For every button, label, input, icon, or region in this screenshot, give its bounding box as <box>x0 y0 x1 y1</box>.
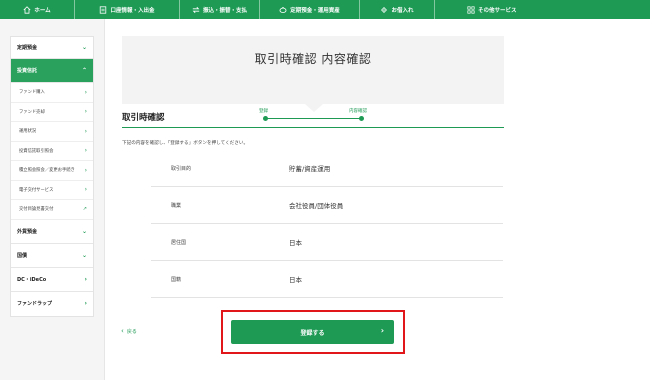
sidebar-subitem-fund-purchase[interactable]: ファンド購入 › <box>11 83 93 103</box>
chevron-right-icon: › <box>84 108 87 116</box>
sidebar-item-foreign-deposit[interactable]: 外貨預金 ⌄ <box>11 220 93 244</box>
nav-account-label: 口座情報・入出金 <box>110 7 155 14</box>
nav-other[interactable]: その他サービス <box>435 0 650 19</box>
sidebar-item-label: 投資信託 <box>17 68 38 74</box>
nav-deposit[interactable]: 定期預金・運用資産 <box>260 0 360 19</box>
section-divider <box>122 127 504 128</box>
back-link[interactable]: ‹ 戻る <box>121 327 137 335</box>
step-header: 取引時確認 内容確認 登録 内容確認 <box>122 36 504 121</box>
row-value: 日本 <box>289 276 302 284</box>
bankbook-icon <box>100 5 107 14</box>
sidebar-item-investment-trust[interactable]: 投資信託 ⌃ <box>11 59 93 83</box>
grid-icon <box>467 5 475 14</box>
row-value: 貯蓄/資産運用 <box>289 165 331 173</box>
step-dot-confirm <box>359 116 364 121</box>
transfer-icon <box>192 6 200 13</box>
sidebar-item-label: 国債 <box>17 252 28 259</box>
sidebar-subitem-label: ファンド売却 <box>19 109 45 115</box>
section-title: 取引時確認 <box>122 113 165 123</box>
chevron-down-icon: ⌄ <box>81 44 87 51</box>
row-label: 職業 <box>171 202 182 209</box>
step-label-register: 登録 <box>259 109 268 114</box>
chevron-up-icon: ⌃ <box>81 67 87 74</box>
chevron-right-icon: › <box>84 127 87 135</box>
sidebar-item-jgb[interactable]: 国債 ⌄ <box>11 244 93 268</box>
page-title: 取引時確認 内容確認 <box>254 52 372 66</box>
sidebar-item-label: DC・iDeCo <box>17 276 47 283</box>
chevron-down-icon: ⌄ <box>81 227 87 235</box>
chevron-right-icon: › <box>84 166 87 174</box>
confirm-row-nationality: 国籍 日本 <box>151 261 503 298</box>
sidebar-subitem-label: 投資信託取引照会 <box>19 148 54 154</box>
chevron-right-icon: › <box>84 88 87 96</box>
sidebar-subitem-trade-inquiry[interactable]: 投資信託取引照会 › <box>11 142 93 161</box>
row-label: 居住国 <box>171 239 187 246</box>
highlight-annotation-box <box>221 310 405 354</box>
sidebar-subitem-label: 運用状況 <box>19 129 37 135</box>
nav-loan[interactable]: お借入れ <box>360 0 435 19</box>
sidebar-item-fund-wrap[interactable]: ファンドラップ › <box>11 292 93 316</box>
sidebar-subitem-label: 積立照会照会／変更お手続き <box>19 168 75 174</box>
chevron-right-icon: › <box>84 300 87 307</box>
nav-loan-label: お借入れ <box>391 7 414 14</box>
chevron-right-icon: › <box>84 275 87 283</box>
nav-home-label: ホーム <box>34 7 51 14</box>
sidebar-subitem-e-delivery[interactable]: 電子交付サービス › <box>11 181 93 200</box>
chevron-left-icon: ‹ <box>121 327 124 335</box>
row-label: 取引目的 <box>171 165 192 172</box>
chevron-right-icon: › <box>84 147 87 155</box>
global-nav: ホーム 口座情報・入出金 振込・振替・支払 定期預金・運用資産 お借入れ その他… <box>0 0 650 19</box>
row-value: 日本 <box>289 239 302 247</box>
chevron-right-icon: › <box>84 186 87 194</box>
step-progress-line <box>265 118 362 119</box>
confirm-row-residence: 居住国 日本 <box>151 224 503 261</box>
sidebar-subitem-label: ファンド購入 <box>19 90 45 96</box>
chevron-down-icon: ⌄ <box>81 251 87 259</box>
confirm-row-occupation: 職業 会社役員/団体役員 <box>151 187 503 224</box>
external-link-icon: ↗ <box>82 206 87 213</box>
nav-transfer-label: 振込・振替・支払 <box>202 7 247 14</box>
row-value: 会社役員/団体役員 <box>289 202 344 210</box>
nav-account[interactable]: 口座情報・入出金 <box>75 0 180 19</box>
nav-transfer[interactable]: 振込・振替・支払 <box>180 0 260 19</box>
back-link-label: 戻る <box>126 328 137 335</box>
sidebar-item-label: 定期預金 <box>17 45 38 51</box>
sidebar-item-label: 外貨預金 <box>17 228 38 235</box>
step-dot-register <box>263 116 268 121</box>
step-label-confirm: 内容確認 <box>349 109 367 114</box>
home-icon <box>23 5 31 14</box>
instruction-text: 下記の内容を確認し、「登録する」ボタンを押してください。 <box>122 141 249 146</box>
sidebar: 定期預金 ⌄ 投資信託 ⌃ ファンド購入 › ファンド売却 › 運用状況 › 投… <box>10 36 94 317</box>
sidebar-subitem-accumulation[interactable]: 積立照会照会／変更お手続き › <box>11 161 93 181</box>
sidebar-subitem-label: 交付目論見書交付 <box>19 207 54 213</box>
nav-other-label: その他サービス <box>478 7 517 14</box>
sidebar-item-label: ファンドラップ <box>17 301 53 307</box>
sidebar-item-dc-ideco[interactable]: DC・iDeCo › <box>11 268 93 292</box>
row-label: 国籍 <box>171 276 182 283</box>
sidebar-item-time-deposit[interactable]: 定期預金 ⌄ <box>11 37 93 59</box>
piggy-bank-icon <box>279 6 287 13</box>
sidebar-subitem-prospectus[interactable]: 交付目論見書交付 ↗ <box>11 200 93 220</box>
sidebar-subitem-performance[interactable]: 運用状況 › <box>11 122 93 142</box>
nav-deposit-label: 定期預金・運用資産 <box>290 7 340 14</box>
loan-icon <box>381 6 388 13</box>
sidebar-subitem-fund-sale[interactable]: ファンド売却 › <box>11 103 93 122</box>
confirm-row-purpose: 取引目的 貯蓄/資産運用 <box>151 150 503 187</box>
nav-home[interactable]: ホーム <box>0 0 75 19</box>
sidebar-subitem-label: 電子交付サービス <box>19 187 54 193</box>
